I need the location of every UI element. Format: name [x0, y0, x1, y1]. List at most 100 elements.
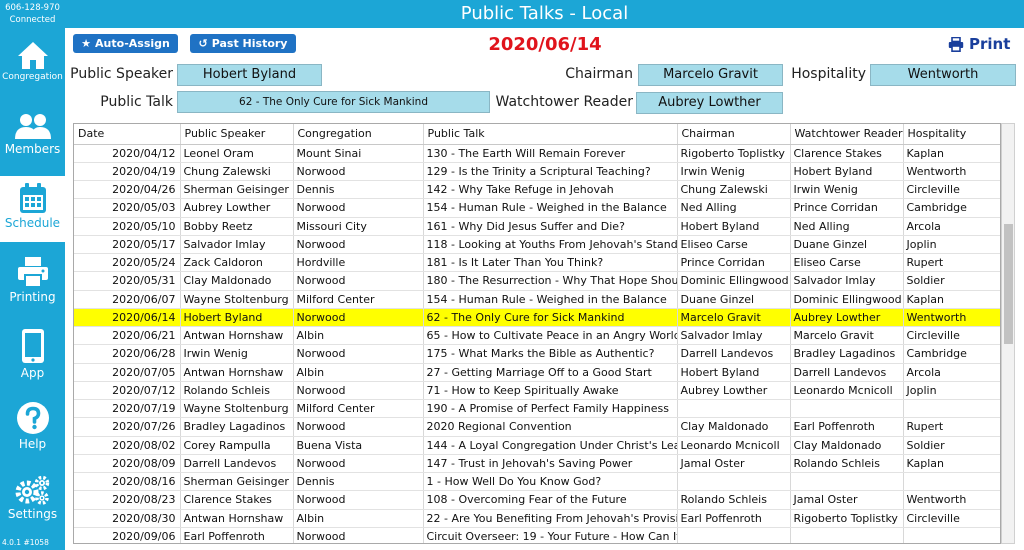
- table-row[interactable]: 2020/07/05 Antwan Hornshaw Albin 27 - Getti…: [74, 363, 1000, 382]
- nav-schedule[interactable]: Schedule: [0, 176, 65, 242]
- vertical-scrollbar[interactable]: [1001, 123, 1015, 544]
- table-row[interactable]: 2020/05/10 Bobby Reetz Missouri City 161 - …: [74, 217, 1000, 236]
- cell-date: 2020/09/06: [74, 527, 181, 543]
- cell-talk: 62 - The Only Cure for Sick Mankind: [423, 308, 678, 328]
- cell-date: 2020/04/19: [74, 162, 181, 182]
- cell-talk: 65 - How to Cultivate Peace in an Angry …: [423, 326, 678, 346]
- table-body: 2020/04/12 Leonel Oram Mount Sinai 130 - Th…: [74, 144, 1000, 543]
- past-history-button[interactable]: ↺ Past History: [190, 34, 296, 53]
- column-header-talk[interactable]: Public Talk: [423, 124, 678, 145]
- cell-hospitality: Circleville: [903, 509, 1000, 528]
- table-row[interactable]: 2020/06/21 Antwan Hornshaw Albin 65 - How t…: [74, 326, 1000, 346]
- table-row[interactable]: 2020/04/12 Leonel Oram Mount Sinai 130 - Th…: [74, 144, 1000, 163]
- cell-congregation: Missouri City: [293, 217, 424, 236]
- table-row[interactable]: 2020/08/30 Antwan Hornshaw Albin 22 - Are Y…: [74, 509, 1000, 528]
- table-row[interactable]: 2020/07/12 Rolando Schleis Norwood 71 - How…: [74, 381, 1000, 401]
- cell-date: 2020/05/24: [74, 253, 181, 273]
- table-row[interactable]: 2020/09/06 Earl Poffenroth Norwood Circuit …: [74, 527, 1000, 543]
- table-row[interactable]: 2020/08/23 Clarence Stakes Norwood 108 - Ov…: [74, 490, 1000, 510]
- phone-icon: [21, 329, 44, 363]
- cell-chairman: Hobert Byland: [677, 217, 791, 236]
- nav-settings[interactable]: Settings: [0, 475, 65, 527]
- table-row[interactable]: 2020/08/02 Corey Rampulla Buena Vista 144 -…: [74, 436, 1000, 455]
- cell-speaker: Rolando Schleis: [180, 381, 294, 401]
- table-row[interactable]: 2020/05/03 Aubrey Lowther Norwood 154 - Hum…: [74, 198, 1000, 218]
- table-row[interactable]: 2020/05/31 Clay Maldonado Norwood 180 - The…: [74, 271, 1000, 291]
- members-icon: [14, 114, 51, 139]
- cell-date: 2020/07/05: [74, 363, 181, 382]
- cell-congregation: Buena Vista: [293, 436, 424, 455]
- cell-hospitality: Soldier: [903, 271, 1000, 291]
- table-row[interactable]: 2020/05/24 Zack Caldoron Hordville 181 - Is…: [74, 253, 1000, 273]
- cell-chairman: Eliseo Carse: [677, 235, 791, 255]
- nav-congregation[interactable]: Congregation: [0, 40, 65, 92]
- table-row[interactable]: 2020/07/26 Bradley Lagadinos Norwood 2020 R…: [74, 417, 1000, 437]
- cell-speaker: Zack Caldoron: [180, 253, 294, 273]
- cell-chairman: [677, 527, 791, 543]
- cell-congregation: Milford Center: [293, 399, 424, 419]
- cell-speaker: Hobert Byland: [180, 308, 294, 328]
- cell-reader: Jamal Oster: [790, 490, 904, 510]
- cell-date: 2020/05/17: [74, 235, 181, 255]
- cell-congregation: Albin: [293, 326, 424, 346]
- cell-talk: 147 - Trust in Jehovah's Saving Power: [423, 454, 678, 474]
- cell-reader: Rolando Schleis: [790, 454, 904, 474]
- column-header-congregation[interactable]: Congregation: [293, 124, 424, 145]
- cell-chairman: [677, 472, 791, 492]
- cell-chairman: Prince Corridan: [677, 253, 791, 273]
- cell-hospitality: Joplin: [903, 235, 1000, 255]
- printer-icon: [17, 257, 48, 288]
- chairman-field[interactable]: Marcelo Gravit: [638, 64, 783, 86]
- column-header-chairman[interactable]: Chairman: [677, 124, 791, 145]
- column-header-date[interactable]: Date: [74, 124, 181, 145]
- cell-congregation: Norwood: [293, 308, 424, 328]
- cell-date: 2020/05/03: [74, 198, 181, 218]
- cell-talk: 180 - The Resurrection - Why That Hope S…: [423, 271, 678, 291]
- cell-talk: 175 - What Marks the Bible as Authentic?: [423, 344, 678, 364]
- table-row[interactable]: 2020/04/26 Sherman Geisinger Dennis 142 - W…: [74, 180, 1000, 200]
- cell-talk: 130 - The Earth Will Remain Forever: [423, 144, 678, 163]
- table-row[interactable]: 2020/08/16 Sherman Geisinger Dennis 1 - How…: [74, 472, 1000, 492]
- table-row[interactable]: 2020/04/19 Chung Zalewski Norwood 129 - Is …: [74, 162, 1000, 182]
- table-row[interactable]: 2020/08/09 Darrell Landevos Norwood 147 - T…: [74, 454, 1000, 474]
- cell-talk: 2020 Regional Convention: [423, 417, 678, 437]
- cell-hospitality: Kaplan: [903, 144, 1000, 163]
- nav-printing[interactable]: Printing: [0, 256, 65, 312]
- cell-chairman: Hobert Byland: [677, 363, 791, 382]
- nav-help[interactable]: Help: [0, 401, 65, 457]
- nav-members[interactable]: Members: [0, 112, 65, 164]
- column-header-hospitality[interactable]: Hospitality: [903, 124, 1000, 145]
- print-button[interactable]: Print: [948, 35, 1010, 53]
- cell-chairman: Rolando Schleis: [677, 490, 791, 510]
- cell-speaker: Aubrey Lowther: [180, 198, 294, 218]
- cell-chairman: Jamal Oster: [677, 454, 791, 474]
- cell-chairman: Marcelo Gravit: [677, 308, 791, 328]
- cell-speaker: Bradley Lagadinos: [180, 417, 294, 437]
- cell-talk: 22 - Are You Benefiting From Jehovah's P…: [423, 509, 678, 528]
- column-header-speaker[interactable]: Public Speaker: [180, 124, 294, 145]
- nav-settings-label: Settings: [7, 507, 58, 521]
- column-header-reader[interactable]: Watchtower Reader: [790, 124, 904, 145]
- public-speaker-field[interactable]: Hobert Byland: [177, 64, 322, 86]
- cell-congregation: Dennis: [293, 472, 424, 492]
- scrollbar-thumb[interactable]: [1004, 224, 1013, 344]
- cell-chairman: Darrell Landevos: [677, 344, 791, 364]
- cell-speaker: Leonel Oram: [180, 144, 294, 163]
- hospitality-field[interactable]: Wentworth: [870, 64, 1016, 86]
- cell-congregation: Norwood: [293, 271, 424, 291]
- cell-talk: 161 - Why Did Jesus Suffer and Die?: [423, 217, 678, 236]
- public-talk-field[interactable]: 62 - The Only Cure for Sick Mankind: [177, 91, 490, 113]
- watchtower-reader-field[interactable]: Aubrey Lowther: [636, 92, 783, 114]
- cell-chairman: Chung Zalewski: [677, 180, 791, 200]
- table-row[interactable]: 2020/06/14 Hobert Byland Norwood 62 - The O…: [74, 308, 1000, 328]
- cell-reader: Marcelo Gravit: [790, 326, 904, 346]
- table-row[interactable]: 2020/05/17 Salvador Imlay Norwood 118 - Loo…: [74, 235, 1000, 255]
- table-row[interactable]: 2020/07/19 Wayne Stoltenburg Milford Cente…: [74, 399, 1000, 419]
- cell-reader: Prince Corridan: [790, 198, 904, 218]
- nav-members-label: Members: [4, 142, 61, 156]
- table-row[interactable]: 2020/06/07 Wayne Stoltenburg Milford Cente…: [74, 290, 1000, 309]
- auto-assign-button[interactable]: ★ Auto-Assign: [73, 34, 178, 53]
- nav-app[interactable]: App: [0, 328, 65, 388]
- cell-speaker: Salvador Imlay: [180, 235, 294, 255]
- table-row[interactable]: 2020/06/28 Irwin Wenig Norwood 175 - What M…: [74, 344, 1000, 364]
